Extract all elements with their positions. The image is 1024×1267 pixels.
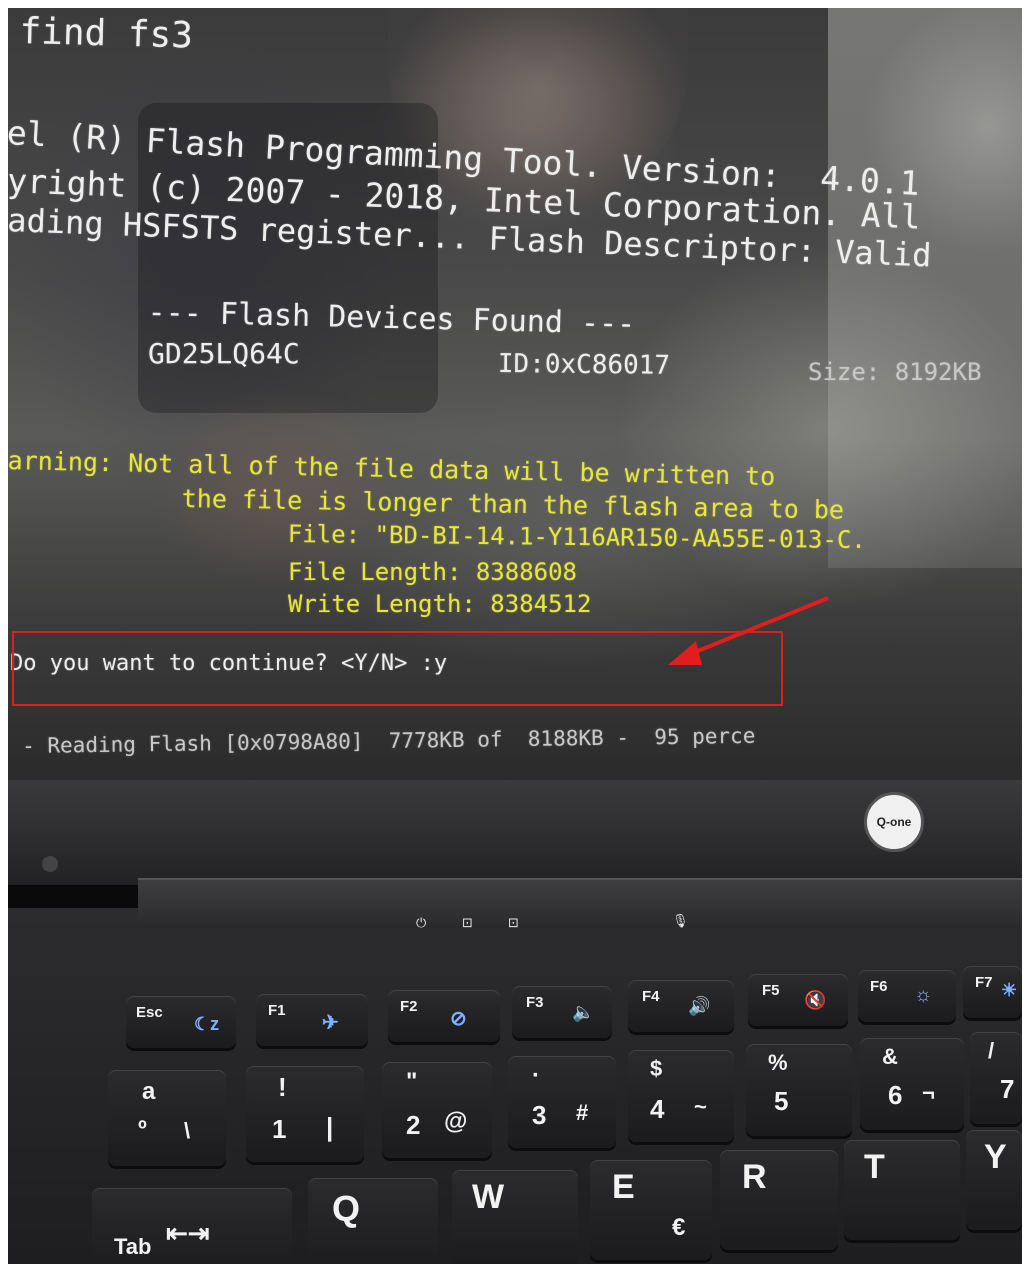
brand-logo: Q-one: [864, 792, 924, 852]
key-bottom-label: 5: [774, 1086, 789, 1116]
key-bottom-label: 4: [650, 1094, 665, 1124]
key-f5[interactable]: F5 🔇: [748, 974, 848, 1026]
terminal-command: find fs3: [19, 11, 194, 57]
key-f4[interactable]: F4 🔊: [628, 980, 734, 1032]
laptop-screen: find fs3 el (R) Flash Programming Tool. …: [8, 8, 1022, 788]
write-length-line: Write Length: 8384512: [288, 590, 592, 618]
key-t[interactable]: T: [844, 1140, 960, 1240]
num-lock-indicator-icon: ⊡: [508, 916, 519, 931]
device-size: Size: 8192KB: [808, 358, 982, 386]
device-name: GD25LQ64C: [148, 337, 300, 370]
microphone-icon: 🎙: [672, 914, 689, 929]
key-q[interactable]: Q: [308, 1178, 438, 1264]
key-top-label: %: [768, 1050, 788, 1075]
key-label: Q: [332, 1188, 361, 1229]
key-4[interactable]: $ 4 ~: [628, 1050, 734, 1142]
key-label: T: [864, 1148, 885, 1186]
annotation-arrow-icon: [668, 596, 829, 665]
key-label: Tab: [114, 1234, 152, 1259]
device-id: ID:0xC86017: [497, 349, 671, 381]
key-w[interactable]: W: [452, 1170, 578, 1264]
key-top-label: ·: [532, 1062, 540, 1089]
key-2[interactable]: " 2 @: [382, 1062, 492, 1158]
key-side-label: ~: [694, 1094, 707, 1119]
key-label: Y: [984, 1138, 1007, 1176]
key-label: E: [612, 1168, 635, 1206]
key-side-label: @: [444, 1108, 468, 1135]
key-f2[interactable]: F2 ⊘: [388, 990, 500, 1042]
key-3[interactable]: · 3 #: [508, 1056, 616, 1148]
key-f7[interactable]: F7 ☀: [963, 966, 1022, 1018]
wifi-off-icon: ⊘: [450, 1008, 467, 1030]
key-side-label: #: [576, 1100, 589, 1125]
key-label: F7: [975, 974, 993, 991]
key-ordinal[interactable]: a º \: [108, 1070, 226, 1166]
key-top-label: ": [406, 1068, 418, 1095]
key-7[interactable]: / 7: [970, 1032, 1022, 1124]
photo: find fs3 el (R) Flash Programming Tool. …: [8, 8, 1022, 1264]
key-tab[interactable]: Tab ⇤⇥: [92, 1188, 292, 1264]
key-e[interactable]: E €: [590, 1160, 712, 1260]
key-label: F2: [400, 998, 418, 1015]
key-label: W: [472, 1178, 505, 1216]
key-label: F6: [870, 978, 888, 995]
key-top-label: &: [882, 1044, 898, 1069]
key-bottom-label: º: [138, 1116, 147, 1143]
key-top-label: $: [650, 1056, 663, 1081]
key-1[interactable]: ! 1 |: [246, 1066, 364, 1162]
laptop-hinge: [138, 878, 1022, 928]
brightness-down-icon: ☼: [914, 984, 933, 1006]
bezel-hole: [42, 856, 58, 872]
key-f6[interactable]: F6 ☼: [858, 970, 956, 1022]
key-side-label: \: [184, 1118, 191, 1143]
key-label: R: [742, 1158, 767, 1196]
tab-icon: ⇤⇥: [166, 1218, 210, 1248]
reading-flash-progress: - Reading Flash [0x0798A80] 7778KB of 81…: [21, 723, 756, 758]
key-label: Esc: [136, 1004, 163, 1021]
key-label: F3: [526, 994, 544, 1011]
key-side-label: |: [326, 1112, 334, 1142]
key-label: F4: [642, 988, 660, 1005]
window-reflection: [828, 8, 1022, 568]
key-f3[interactable]: F3 🔈: [512, 986, 612, 1038]
key-label: F1: [268, 1002, 286, 1019]
caps-lock-indicator-icon: ⊡: [462, 916, 473, 931]
mute-icon: 🔇: [804, 990, 827, 1010]
key-side-label: ¬: [922, 1080, 935, 1105]
key-label: F5: [762, 982, 780, 999]
warning-line-1: arning: Not all of the file data will be…: [8, 446, 776, 492]
file-length-line: File Length: 8388608: [288, 558, 577, 586]
key-6[interactable]: & 6 ¬: [860, 1038, 964, 1130]
brightness-up-icon: ☀: [1001, 980, 1018, 1000]
key-esc[interactable]: Esc ☾z: [126, 996, 236, 1048]
key-bottom-label: 1: [272, 1114, 287, 1144]
volume-low-icon: 🔈: [572, 1002, 595, 1022]
key-y[interactable]: Y: [966, 1130, 1022, 1230]
key-5[interactable]: % 5: [746, 1044, 852, 1136]
key-bottom-label: 3: [532, 1100, 547, 1130]
key-top-label: !: [278, 1072, 287, 1102]
volume-high-icon: 🔊: [688, 996, 711, 1016]
airplane-icon: ✈: [322, 1012, 339, 1034]
key-top-label: /: [988, 1038, 995, 1063]
key-f1[interactable]: F1 ✈: [256, 994, 368, 1046]
power-indicator-icon: ⏻: [416, 916, 427, 931]
key-top-label: a: [142, 1078, 156, 1105]
key-bottom-label: 7: [1000, 1074, 1015, 1104]
key-r[interactable]: R: [720, 1150, 838, 1250]
sleep-icon: ☾z: [194, 1014, 220, 1034]
key-bottom-label: 6: [888, 1080, 903, 1110]
key-bottom-label: 2: [406, 1110, 421, 1140]
file-name-line: File: "BD-BI-14.1-Y116AR150-AA55E-013-C.: [287, 520, 866, 555]
key-side-label: €: [672, 1214, 686, 1241]
